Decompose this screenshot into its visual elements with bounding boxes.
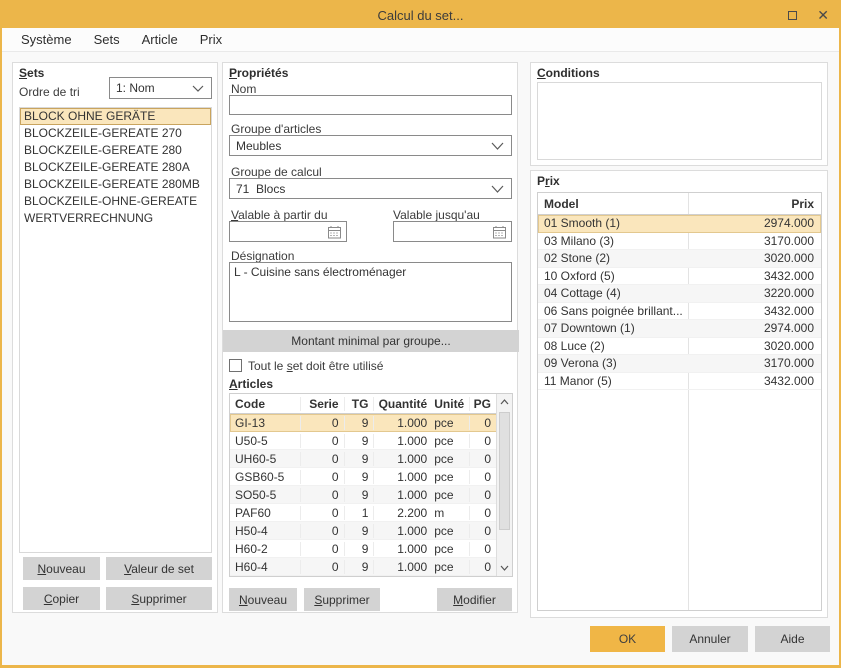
title-bar[interactable]: Calcul du set... ✕	[2, 2, 839, 28]
set-list-item[interactable]: BLOCKZEILE-GEREATE 280A	[20, 159, 211, 176]
set-list-item[interactable]: BLOCK OHNE GERÄTE	[20, 108, 211, 125]
conditions-panel: Conditions	[530, 62, 828, 166]
chevron-down-icon	[192, 81, 204, 95]
set-list-item[interactable]: BLOCKZEILE-GEREATE 270	[20, 125, 211, 142]
price-row[interactable]: 04 Cottage (4)3220.000	[538, 285, 821, 303]
price-row[interactable]: 01 Smooth (1)2974.000	[538, 215, 821, 233]
article-row[interactable]: PAF60012.200m0	[230, 504, 497, 522]
article-edit-button[interactable]: Modifier	[437, 588, 512, 611]
conditions-textarea[interactable]	[537, 82, 822, 160]
help-button[interactable]: Aide	[755, 626, 830, 652]
whole-set-checkbox-label: Tout le set doit être utilisé	[248, 359, 383, 373]
scrollbar-thumb[interactable]	[499, 412, 510, 530]
calc-group-select[interactable]: 71 Blocs	[229, 178, 512, 199]
articles-panel-title: Articles	[229, 377, 273, 391]
calendar-icon[interactable]	[327, 225, 342, 239]
prices-table-body: 01 Smooth (1)2974.000 03 Milano (3)3170.…	[538, 215, 821, 390]
valid-to-input[interactable]	[393, 221, 512, 242]
window-title: Calcul du set...	[2, 8, 839, 23]
set-new-button[interactable]: Nouveau	[23, 557, 100, 580]
articles-table-header: Code Serie TG Quantité Unité PG	[230, 394, 497, 414]
article-row[interactable]: U50-5091.000pce0	[230, 432, 497, 450]
set-value-button[interactable]: Valeur de set	[106, 557, 212, 580]
close-icon[interactable]: ✕	[817, 8, 829, 22]
menu-sets[interactable]: Sets	[83, 32, 131, 47]
price-row[interactable]: 06 Sans poignée brillant...3432.000	[538, 303, 821, 321]
calc-group-value: 71 Blocs	[236, 182, 285, 196]
chevron-down-icon	[491, 139, 504, 153]
set-delete-button[interactable]: Supprimer	[106, 587, 212, 610]
menu-systeme[interactable]: Système	[10, 32, 83, 47]
calc-group-label: Groupe de calcul	[231, 165, 322, 179]
price-row[interactable]: 03 Milano (3)3170.000	[538, 233, 821, 251]
conditions-panel-title: Conditions	[537, 66, 600, 80]
set-list-item[interactable]: BLOCKZEILE-GEREATE 280	[20, 142, 211, 159]
valid-to-label: Valable jusqu'au	[393, 208, 480, 222]
article-row[interactable]: H60-4091.000pce0	[230, 558, 497, 576]
scroll-up-icon[interactable]	[497, 394, 512, 410]
menu-article[interactable]: Article	[131, 32, 189, 47]
price-row[interactable]: 10 Oxford (5)3432.000	[538, 268, 821, 286]
chevron-down-icon	[491, 182, 504, 196]
prices-panel: Prix Model Prix 01 Smooth (1)2974.000 03…	[530, 170, 828, 618]
set-list-item[interactable]: BLOCKZEILE-GEREATE 280MB	[20, 176, 211, 193]
properties-panel: Propriétés Nom Groupe d'articles Meubles…	[222, 62, 518, 613]
article-row[interactable]: UH60-5091.000pce0	[230, 450, 497, 468]
article-group-label: Groupe d'articles	[231, 122, 321, 136]
dialog-window: Calcul du set... ✕ Système Sets Article …	[0, 0, 841, 668]
sort-order-select[interactable]: 1: Nom	[109, 77, 212, 99]
valid-from-label: Valable à partir du	[231, 208, 328, 222]
sort-order-label: Ordre de tri	[19, 85, 80, 99]
article-row[interactable]: GI-13091.000pce0	[230, 414, 497, 432]
price-row[interactable]: 08 Luce (2)3020.000	[538, 338, 821, 356]
article-new-button[interactable]: Nouveau	[229, 588, 297, 611]
prices-table-header: Model Prix	[538, 193, 821, 215]
articles-table: Code Serie TG Quantité Unité PG GI-13091…	[229, 393, 513, 577]
sort-order-value: 1: Nom	[116, 81, 155, 95]
name-label: Nom	[231, 82, 256, 96]
article-row[interactable]: H50-4091.000pce0	[230, 522, 497, 540]
set-copy-button[interactable]: Copier	[23, 587, 100, 610]
ok-button[interactable]: OK	[590, 626, 665, 652]
sets-panel-title: Sets	[19, 66, 44, 80]
articles-scrollbar[interactable]	[496, 394, 512, 576]
name-input[interactable]	[229, 95, 512, 115]
article-group-select[interactable]: Meubles	[229, 135, 512, 156]
articles-table-body: GI-13091.000pce0 U50-5091.000pce0 UH60-5…	[230, 414, 497, 576]
valid-from-input[interactable]	[229, 221, 347, 242]
properties-panel-title: Propriétés	[229, 66, 288, 80]
scroll-down-icon[interactable]	[497, 560, 512, 576]
article-group-value: Meubles	[236, 139, 281, 153]
minimum-amount-button[interactable]: Montant minimal par groupe...	[223, 330, 519, 352]
sets-list: BLOCK OHNE GERÄTEBLOCKZEILE-GEREATE 270B…	[19, 107, 212, 553]
price-row[interactable]: 07 Downtown (1)2974.000	[538, 320, 821, 338]
menu-bar: Système Sets Article Prix	[2, 28, 839, 52]
menu-prix[interactable]: Prix	[189, 32, 233, 47]
sets-panel: Sets Ordre de tri 1: Nom BLOCK OHNE GERÄ…	[12, 62, 218, 613]
prices-table: Model Prix 01 Smooth (1)2974.000 03 Mila…	[537, 192, 822, 611]
prices-panel-title: Prix	[537, 174, 560, 188]
price-row[interactable]: 11 Manor (5)3432.000	[538, 373, 821, 391]
cancel-button[interactable]: Annuler	[672, 626, 748, 652]
article-row[interactable]: SO50-5091.000pce0	[230, 486, 497, 504]
set-list-item[interactable]: WERTVERRECHNUNG	[20, 210, 211, 227]
calendar-icon[interactable]	[492, 225, 507, 239]
price-row[interactable]: 02 Stone (2)3020.000	[538, 250, 821, 268]
price-row[interactable]: 09 Verona (3)3170.000	[538, 355, 821, 373]
designation-label: Désignation	[231, 249, 294, 263]
maximize-icon[interactable]	[788, 11, 797, 20]
whole-set-checkbox[interactable]	[229, 359, 242, 372]
article-row[interactable]: H60-2091.000pce0	[230, 540, 497, 558]
article-row[interactable]: GSB60-5091.000pce0	[230, 468, 497, 486]
article-delete-button[interactable]: Supprimer	[304, 588, 380, 611]
set-list-item[interactable]: BLOCKZEILE-OHNE-GEREATE	[20, 193, 211, 210]
designation-textarea[interactable]: L - Cuisine sans électroménager	[229, 262, 512, 322]
